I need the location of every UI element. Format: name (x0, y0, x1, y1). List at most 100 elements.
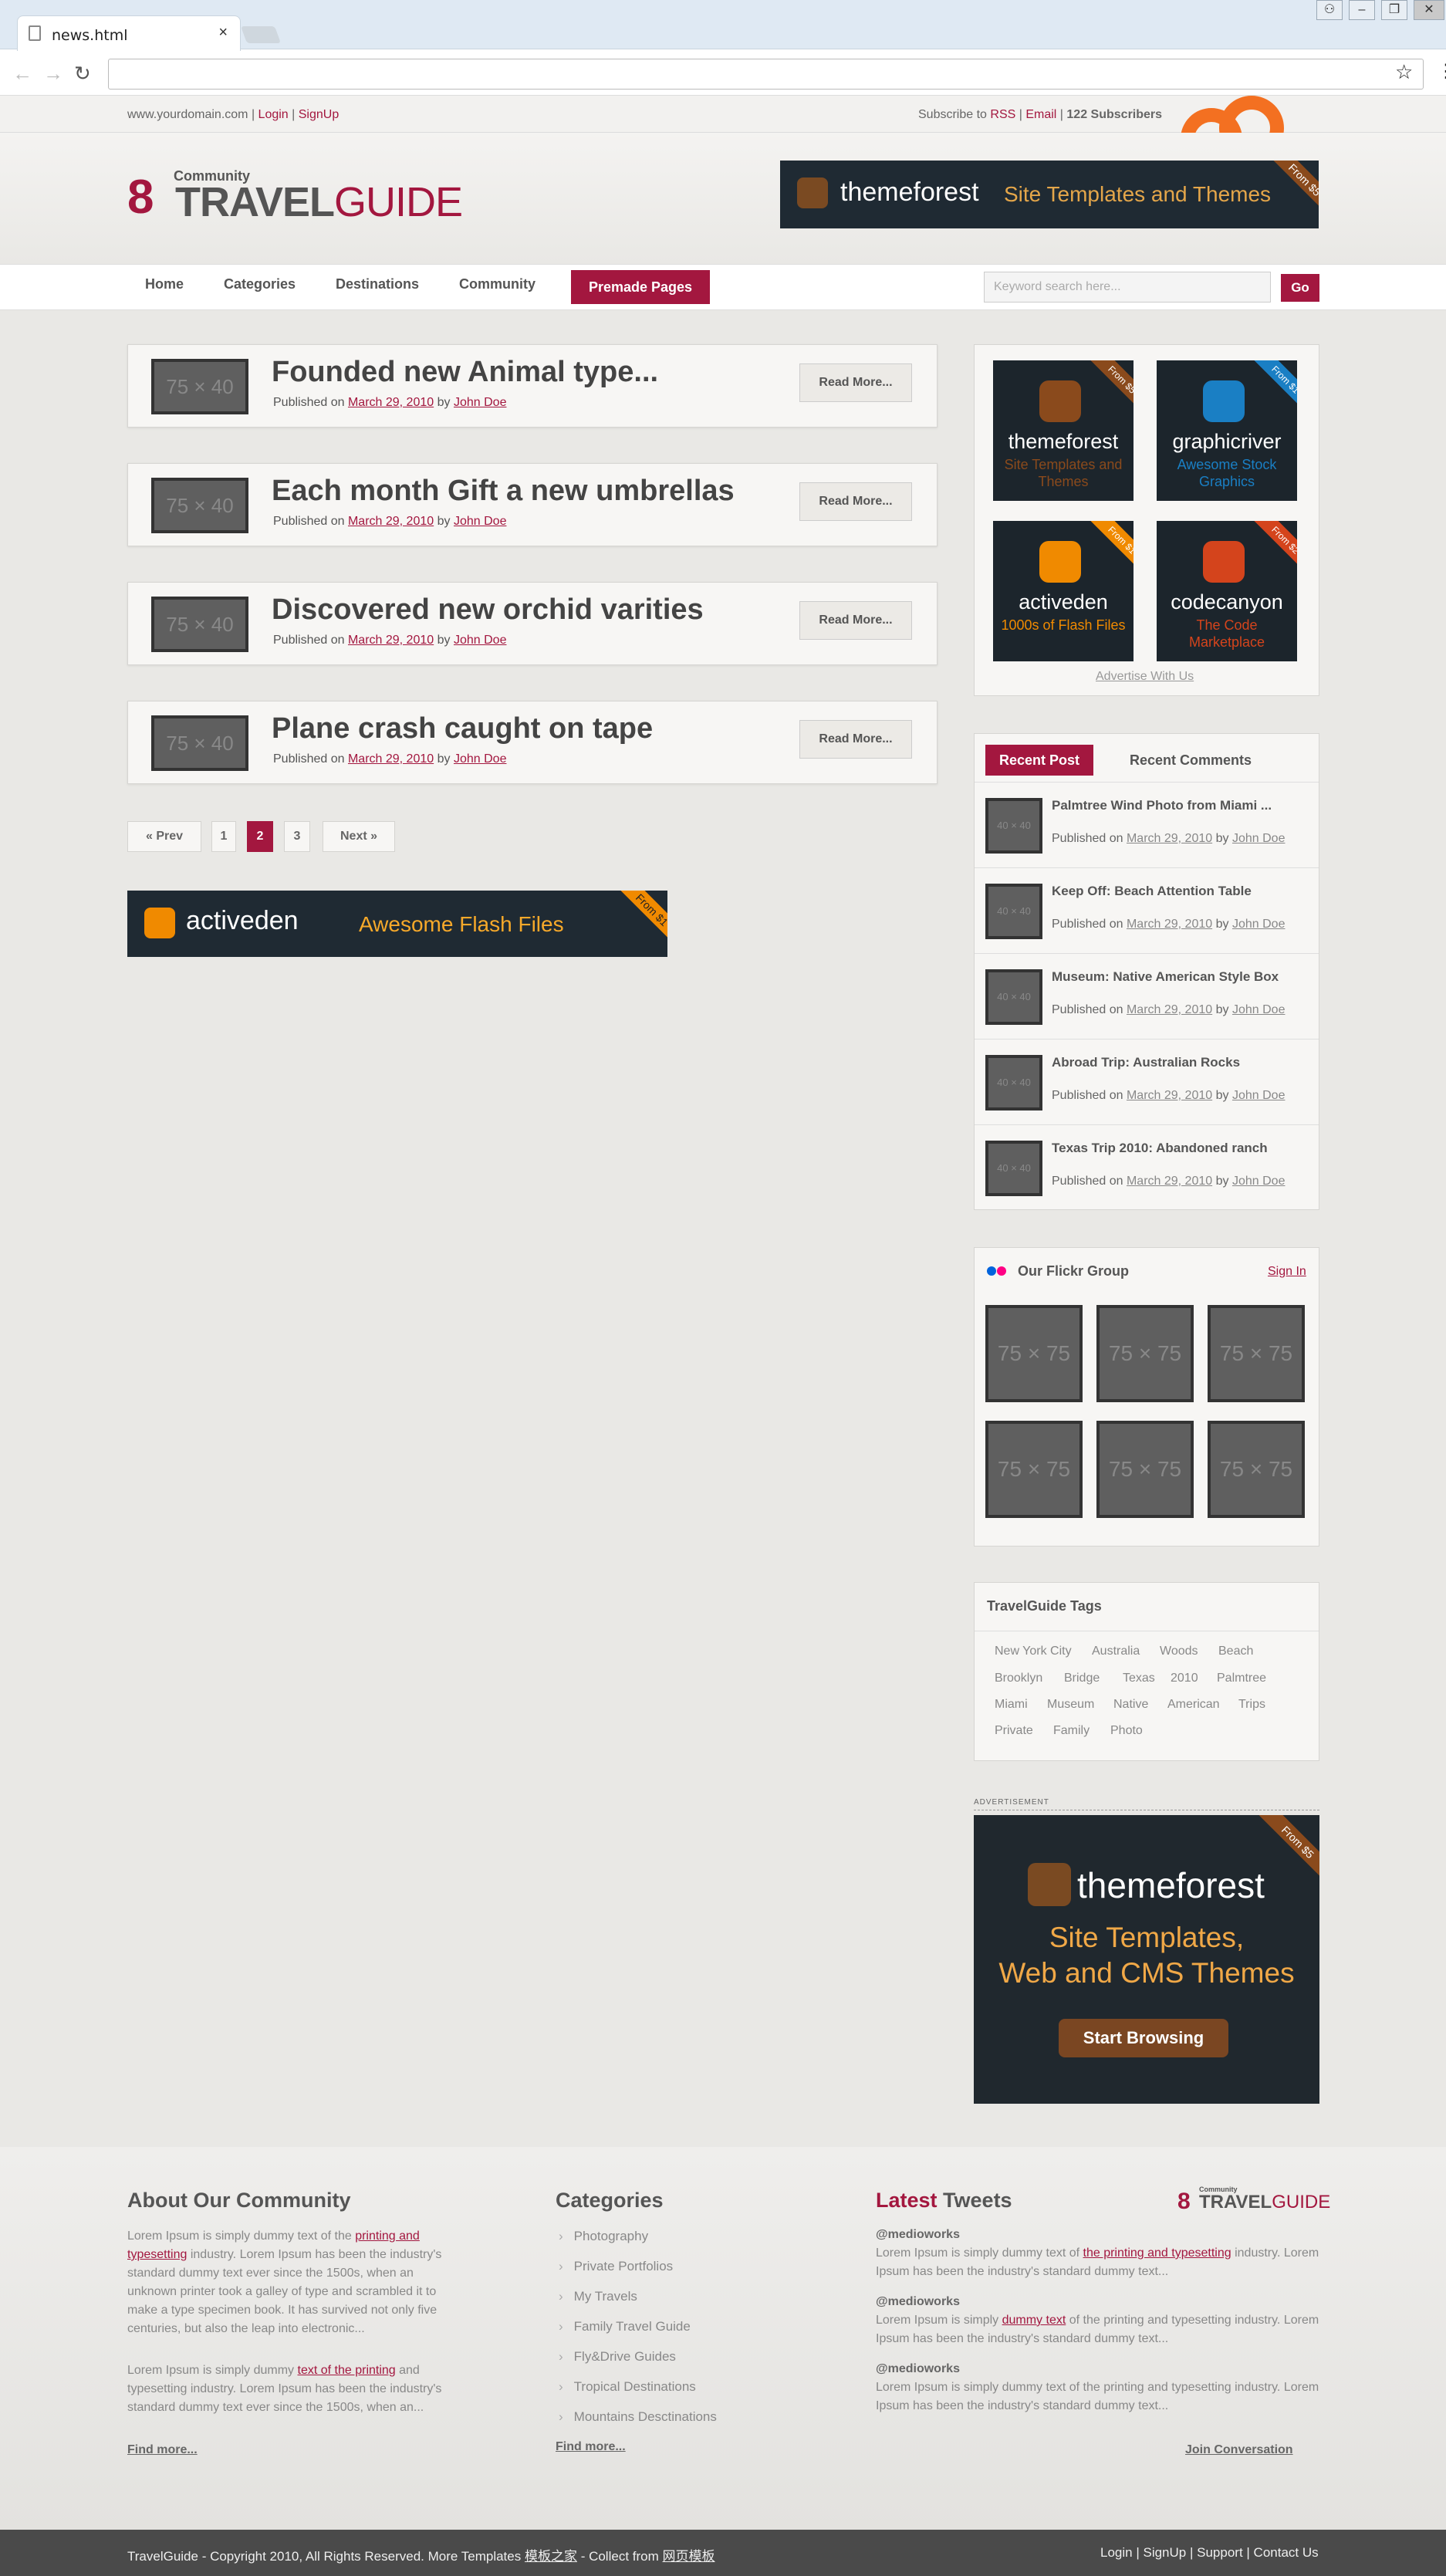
recent-post-title[interactable]: Palmtree Wind Photo from Miami ... (1052, 798, 1272, 813)
new-tab-button[interactable] (240, 26, 282, 43)
post-date-link[interactable]: March 29, 2010 (348, 752, 434, 766)
footer-category-link[interactable]: My Travels (559, 2289, 637, 2304)
pagination-page-2[interactable]: 2 (247, 821, 273, 852)
recent-post-title[interactable]: Abroad Trip: Australian Rocks (1052, 1055, 1240, 1070)
ad-tile[interactable]: activeden 1000s of Flash Files From $1 (993, 521, 1133, 661)
recent-post-author-link[interactable]: John Doe (1232, 1003, 1286, 1016)
recent-post-author-link[interactable]: John Doe (1232, 1089, 1286, 1102)
post-date-link[interactable]: March 29, 2010 (348, 515, 434, 528)
about-p2-link[interactable]: text of the printing (298, 2364, 396, 2377)
post-title[interactable]: Each month Gift a new umbrellas (272, 475, 735, 508)
ad-tile[interactable]: themeforest Site Templates and Themes From… (993, 360, 1133, 501)
post-thumbnail[interactable]: 75 × 40 (151, 715, 248, 771)
browser-tab[interactable]: news.html × (17, 15, 241, 51)
recent-post-thumbnail[interactable]: 40 × 40 (985, 884, 1042, 939)
flickr-thumbnail[interactable]: 75 × 75 (1096, 1305, 1194, 1402)
nav-home[interactable]: Home (145, 276, 184, 292)
post-date-link[interactable]: March 29, 2010 (348, 634, 434, 647)
recent-post-item[interactable]: 40 × 40 Palmtree Wind Photo from Miami ..… (975, 782, 1319, 867)
recent-post-item[interactable]: 40 × 40 Abroad Trip: Australian Rocks Publ… (975, 1039, 1319, 1124)
flickr-thumbnail[interactable]: 75 × 75 (985, 1421, 1083, 1518)
templates-link[interactable]: 模板之家 (525, 2549, 577, 2564)
content-banner-ad[interactable]: activeden Awesome Flash Files From $1 (127, 891, 667, 957)
pagination-next[interactable]: Next » (323, 821, 395, 852)
recent-post-author-link[interactable]: John Doe (1232, 918, 1286, 931)
reload-icon[interactable]: ↻ (74, 62, 91, 86)
recent-post-date-link[interactable]: March 29, 2010 (1127, 832, 1212, 845)
forward-icon[interactable]: → (43, 62, 63, 86)
footer-category-link[interactable]: Family Travel Guide (559, 2319, 691, 2334)
post-title[interactable]: Founded new Animal type... (272, 356, 658, 389)
tag-link[interactable]: Australia (1092, 1645, 1140, 1658)
tag-link[interactable]: Miami (995, 1698, 1028, 1712)
search-go-button[interactable]: Go (1281, 274, 1319, 302)
categories-find-more[interactable]: Find more... (556, 2440, 626, 2454)
tab-recent-post[interactable]: Recent Post (985, 745, 1093, 776)
tag-link[interactable]: Photo (1110, 1724, 1143, 1738)
footer-category-link[interactable]: Mountains Desctinations (559, 2409, 717, 2425)
footer-category-link[interactable]: Photography (559, 2229, 648, 2244)
nav-categories[interactable]: Categories (224, 276, 296, 292)
tweet-link[interactable]: dummy text (1002, 2314, 1066, 2327)
tweet-user[interactable]: @medioworks (876, 2228, 960, 2241)
signup-link[interactable]: SignUp (299, 108, 339, 121)
recent-post-date-link[interactable]: March 29, 2010 (1127, 1089, 1212, 1102)
tag-link[interactable]: Trips (1238, 1698, 1265, 1712)
recent-post-thumbnail[interactable]: 40 × 40 (985, 798, 1042, 854)
tag-link[interactable]: 2010 (1171, 1672, 1198, 1685)
close-window-icon[interactable]: ✕ (1414, 0, 1444, 20)
rss-link[interactable]: RSS (990, 108, 1015, 121)
read-more-button[interactable]: Read More... (799, 601, 912, 640)
post-date-link[interactable]: March 29, 2010 (348, 396, 434, 409)
back-icon[interactable]: ← (12, 62, 32, 86)
search-input[interactable]: Keyword search here... (984, 272, 1271, 303)
profile-button[interactable]: ⚇ (1316, 0, 1343, 20)
recent-post-item[interactable]: 40 × 40 Museum: Native American Style Box… (975, 953, 1319, 1039)
read-more-button[interactable]: Read More... (799, 720, 912, 759)
recent-post-date-link[interactable]: March 29, 2010 (1127, 1003, 1212, 1016)
post-author-link[interactable]: John Doe (454, 396, 507, 409)
bottom-signup-link[interactable]: SignUp (1143, 2545, 1186, 2560)
tab-close-icon[interactable]: × (218, 24, 228, 42)
tag-link[interactable]: Museum (1047, 1698, 1094, 1712)
minimize-icon[interactable]: – (1349, 0, 1375, 20)
pagination-prev[interactable]: « Prev (127, 821, 201, 852)
recent-post-thumbnail[interactable]: 40 × 40 (985, 1141, 1042, 1196)
tag-link[interactable]: Family (1053, 1724, 1090, 1738)
bottom-support-link[interactable]: Support (1197, 2545, 1243, 2560)
nav-premade-pages[interactable]: Premade Pages (571, 270, 710, 304)
read-more-button[interactable]: Read More... (799, 482, 912, 521)
tweet-user[interactable]: @medioworks (876, 2362, 960, 2375)
start-browsing-button[interactable]: Start Browsing (1059, 2019, 1228, 2057)
bottom-login-link[interactable]: Login (1100, 2545, 1133, 2560)
footer-category-link[interactable]: Fly&Drive Guides (559, 2349, 676, 2365)
recent-post-author-link[interactable]: John Doe (1232, 1175, 1286, 1188)
tab-recent-comments[interactable]: Recent Comments (1121, 745, 1260, 776)
tweet-user[interactable]: @medioworks (876, 2295, 960, 2308)
about-find-more[interactable]: Find more... (127, 2443, 198, 2457)
rss-icon[interactable] (1173, 93, 1304, 133)
login-link[interactable]: Login (258, 108, 289, 121)
recent-post-date-link[interactable]: March 29, 2010 (1127, 918, 1212, 931)
recent-post-title[interactable]: Museum: Native American Style Box (1052, 969, 1279, 985)
ad-tile[interactable]: graphicriver Awesome Stock Graphics From $… (1157, 360, 1297, 501)
tag-link[interactable]: Beach (1218, 1645, 1253, 1658)
tag-link[interactable]: Native (1113, 1698, 1148, 1712)
tag-link[interactable]: Bridge (1064, 1672, 1100, 1685)
post-thumbnail[interactable]: 75 × 40 (151, 597, 248, 652)
tweet-link[interactable]: the printing and typesetting (1083, 2246, 1231, 2260)
post-author-link[interactable]: John Doe (454, 515, 507, 528)
bottom-contact-link[interactable]: Contact Us (1254, 2545, 1319, 2560)
address-bar[interactable] (108, 59, 1424, 90)
sidebar-advert[interactable]: themeforest Site Templates, Web and CMS … (974, 1815, 1319, 2104)
recent-post-thumbnail[interactable]: 40 × 40 (985, 1055, 1042, 1111)
tag-link[interactable]: Palmtree (1217, 1672, 1266, 1685)
maximize-icon[interactable]: ❐ (1381, 0, 1407, 20)
post-thumbnail[interactable]: 75 × 40 (151, 359, 248, 414)
post-author-link[interactable]: John Doe (454, 752, 507, 766)
post-thumbnail[interactable]: 75 × 40 (151, 478, 248, 533)
tag-link[interactable]: New York City (995, 1645, 1072, 1658)
recent-post-date-link[interactable]: March 29, 2010 (1127, 1175, 1212, 1188)
recent-post-item[interactable]: 40 × 40 Texas Trip 2010: Abandoned ranch P… (975, 1124, 1319, 1210)
tag-link[interactable]: Brooklyn (995, 1672, 1042, 1685)
